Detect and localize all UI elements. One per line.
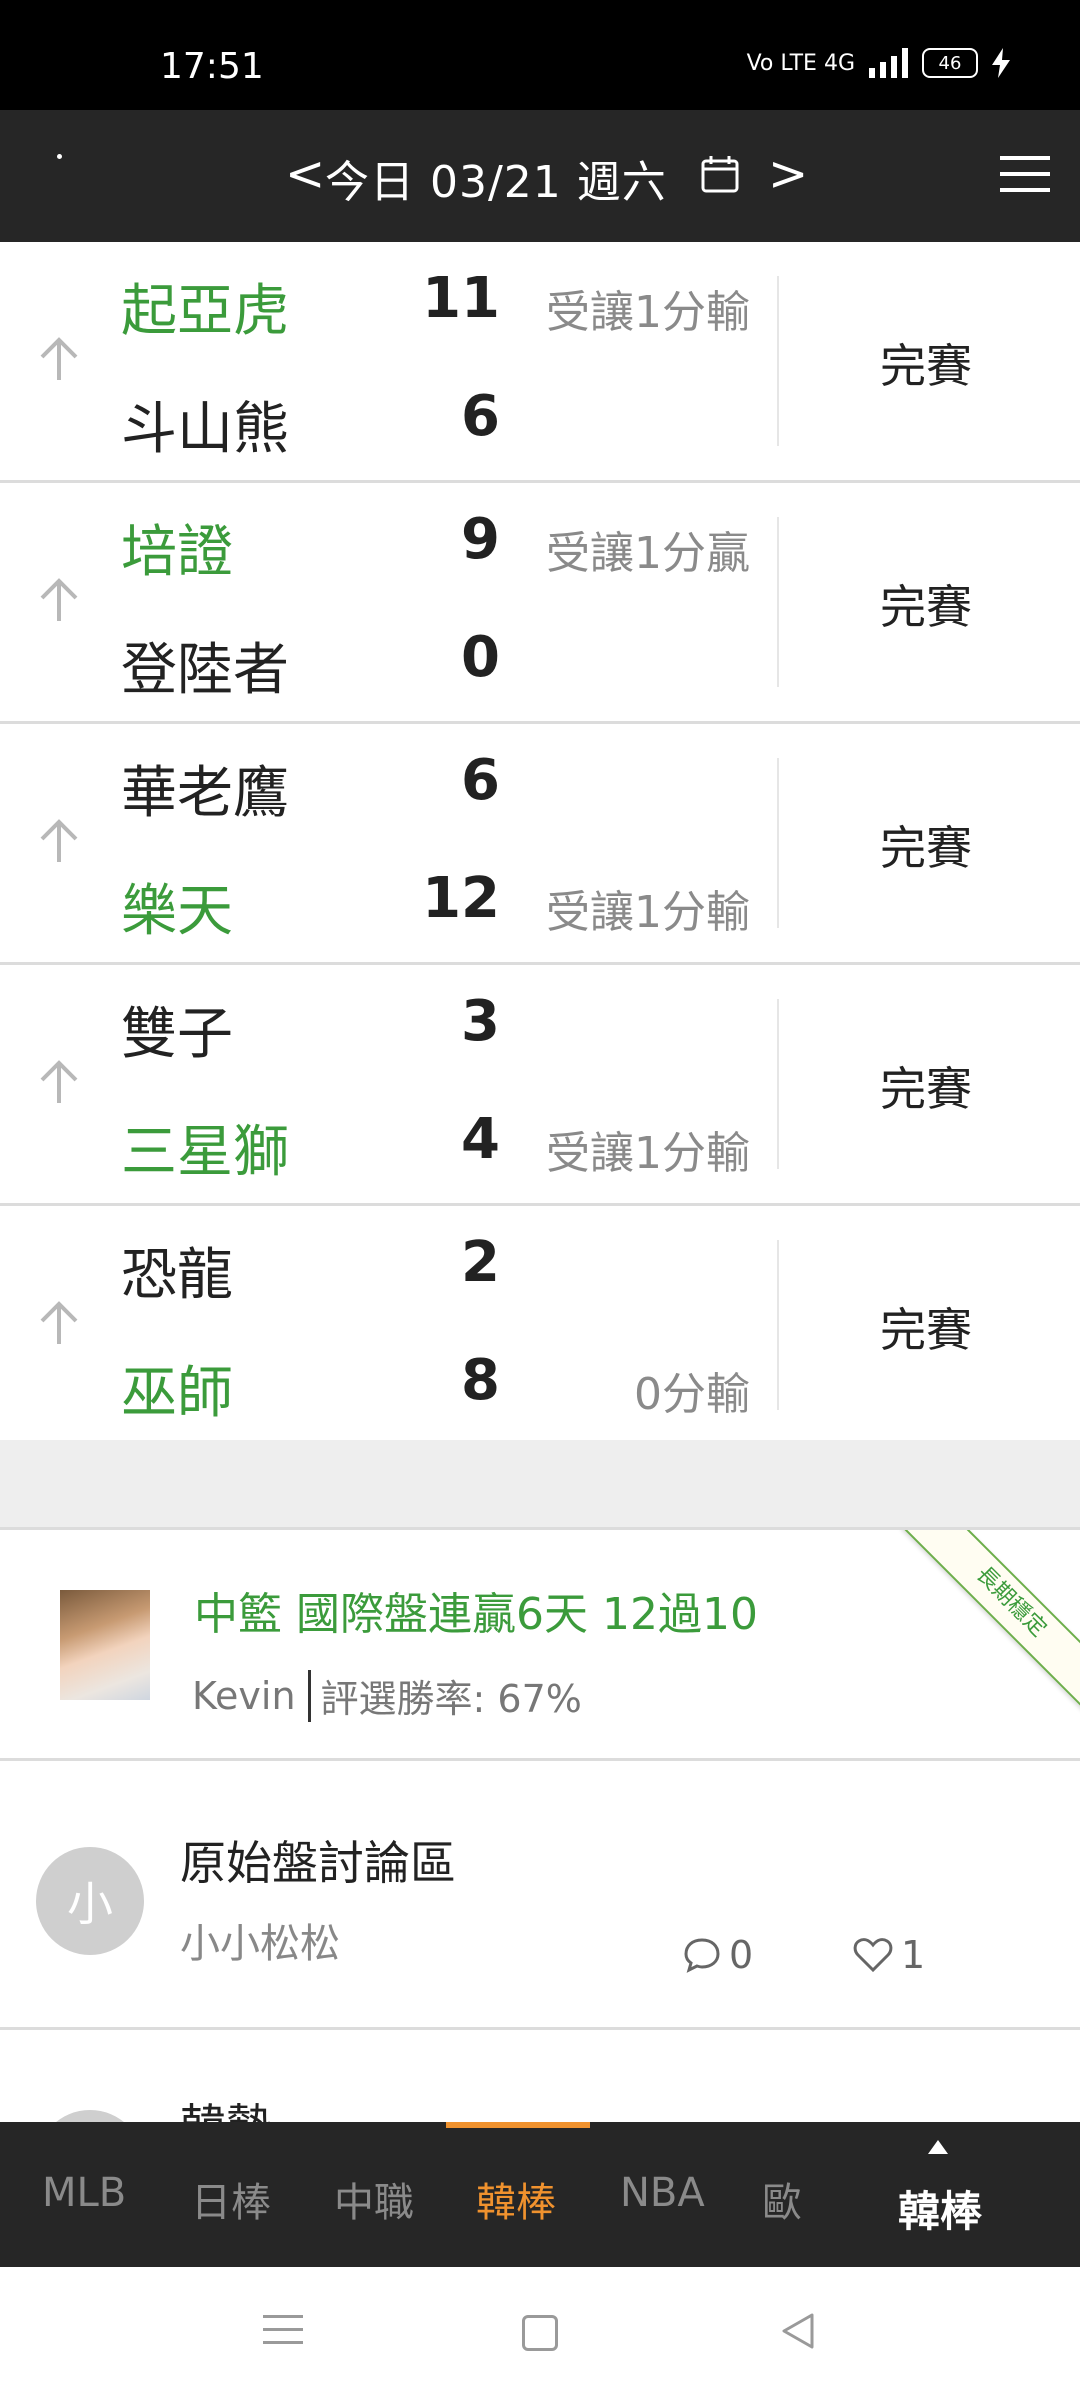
team-away: 斗山熊 (121, 397, 289, 462)
score-home: 6 (461, 748, 500, 813)
team-away: 樂天 (121, 879, 233, 944)
tab-mlb[interactable]: MLB (42, 2170, 126, 2216)
team-home: 雙子 (121, 1002, 233, 1067)
game-status: 完賽 (880, 580, 972, 634)
league-tab-bar: MLB 日棒 中職 韓棒 NBA 歐 韓棒 (0, 2122, 1080, 2267)
game-status: 完賽 (880, 339, 972, 393)
game-status: 完賽 (880, 1303, 972, 1357)
next-day-button[interactable]: > (768, 146, 808, 202)
game-row[interactable]: 華老鷹 6 樂天 12 受讓1分輸 完賽 (0, 724, 1080, 965)
like-count[interactable]: 1 (853, 1933, 925, 1977)
handicap-note: 受讓1分輸 (546, 1128, 750, 1179)
tab-cpbl[interactable]: 中職 (334, 2170, 414, 2228)
active-tab-indicator (446, 2122, 590, 2128)
battery-level: 46 (938, 52, 962, 74)
team-away: 登陸者 (121, 638, 289, 703)
back-icon[interactable] (780, 2311, 816, 2351)
divider (777, 999, 779, 1169)
arrow-up-icon (40, 578, 78, 621)
game-row[interactable]: 雙子 3 三星獅 4 受讓1分輸 完賽 (0, 965, 1080, 1206)
game-status: 完賽 (880, 821, 972, 875)
score-home: 11 (422, 266, 500, 331)
prev-day-button[interactable]: < (285, 146, 325, 202)
tab-kbo[interactable]: 韓棒 (476, 2170, 556, 2228)
handicap-note: 受讓1分贏 (546, 528, 750, 579)
featured-post[interactable]: 中籃 國際盤連贏6天 12過10 Kevin 評選勝率: 67% 長期穩定 (0, 1530, 1080, 1761)
score-away: 4 (461, 1107, 500, 1172)
heart-icon (853, 1938, 893, 1973)
network-label: Vo LTE 4G (746, 50, 855, 76)
avatar (60, 1590, 150, 1700)
comment-icon (684, 1938, 720, 1973)
status-icons: Vo LTE 4G 46 (747, 48, 1010, 78)
arrow-up-icon (40, 819, 78, 862)
team-home: 華老鷹 (121, 761, 289, 826)
team-away: 巫師 (121, 1361, 233, 1426)
post-meta: Kevin 評選勝率: 67% (192, 1668, 582, 1723)
tab-npb[interactable]: 日棒 (191, 2170, 271, 2228)
divider (777, 758, 779, 928)
header-dot (57, 154, 62, 159)
tab-euro[interactable]: 歐 (762, 2170, 802, 2228)
divider (777, 276, 779, 446)
status-bar: 17:51 Vo LTE 4G 46 (0, 0, 1080, 110)
forum-post[interactable]: 小 原始盤討論區 小小松松 0 1 (0, 1761, 1080, 2030)
game-row[interactable]: 培證 9 受讓1分贏 登陸者 0 完賽 (0, 483, 1080, 724)
team-home: 培證 (121, 520, 233, 585)
game-status: 完賽 (880, 1062, 972, 1116)
arrow-up-icon (40, 1060, 78, 1103)
score-away: 12 (422, 866, 500, 931)
system-nav-bar (0, 2267, 1080, 2400)
team-home: 起亞虎 (121, 279, 289, 344)
caret-up-icon (928, 2140, 948, 2154)
post-title: 原始盤討論區 (180, 1836, 456, 1890)
clock: 17:51 (160, 46, 264, 87)
team-away: 三星獅 (121, 1120, 289, 1185)
games-list: 起亞虎 11 受讓1分輸 斗山熊 6 完賽 培證 9 受讓1分贏 登陸者 0 完… (0, 242, 1080, 1447)
score-home: 3 (461, 989, 500, 1054)
score-away: 0 (461, 625, 500, 690)
recent-apps-icon[interactable] (263, 2315, 303, 2354)
score-home: 2 (461, 1230, 500, 1295)
score-away: 8 (461, 1348, 500, 1413)
handicap-note: 受讓1分輸 (546, 887, 750, 938)
divider (777, 517, 779, 687)
app-header: < 今日 03/21 週六 > (0, 110, 1080, 242)
hamburger-menu-icon[interactable] (1000, 156, 1050, 192)
battery-icon: 46 (922, 48, 978, 78)
tab-nba[interactable]: NBA (620, 2170, 705, 2216)
calendar-icon[interactable] (700, 154, 740, 194)
signal-icon (869, 48, 908, 78)
divider (777, 1240, 779, 1410)
score-away: 6 (461, 384, 500, 449)
ribbon-label: 長期穩定 (971, 1561, 1052, 1642)
comment-count-value: 0 (729, 1933, 754, 1977)
score-home: 9 (461, 507, 500, 572)
badge-ribbon: 長期穩定 (901, 1530, 1080, 1712)
game-row[interactable]: 起亞虎 11 受讓1分輸 斗山熊 6 完賽 (0, 242, 1080, 483)
win-rate: 評選勝率: 67% (320, 1677, 582, 1721)
comment-count[interactable]: 0 (683, 1933, 753, 1977)
avatar: 小 (36, 1847, 144, 1955)
like-count-value: 1 (901, 1933, 926, 1977)
handicap-note: 受讓1分輸 (546, 287, 750, 338)
game-row[interactable]: 恐龍 2 巫師 8 0分輸 完賽 (0, 1206, 1080, 1447)
post-author: 小小松松 (180, 1921, 340, 1967)
section-separator (0, 1440, 1080, 1530)
handicap-note: 0分輸 (634, 1369, 750, 1420)
post-author: Kevin (192, 1673, 296, 1718)
team-home: 恐龍 (121, 1243, 233, 1308)
date-title: 今日 03/21 週六 (325, 157, 667, 208)
arrow-up-icon (40, 1301, 78, 1344)
post-title: 中籃 國際盤連贏6天 12過10 (194, 1589, 758, 1640)
meta-divider (307, 1669, 311, 1722)
arrow-up-icon (40, 337, 78, 380)
current-league-selector[interactable]: 韓棒 (898, 2178, 982, 2239)
charging-icon (992, 48, 1010, 78)
home-icon[interactable] (522, 2315, 558, 2351)
